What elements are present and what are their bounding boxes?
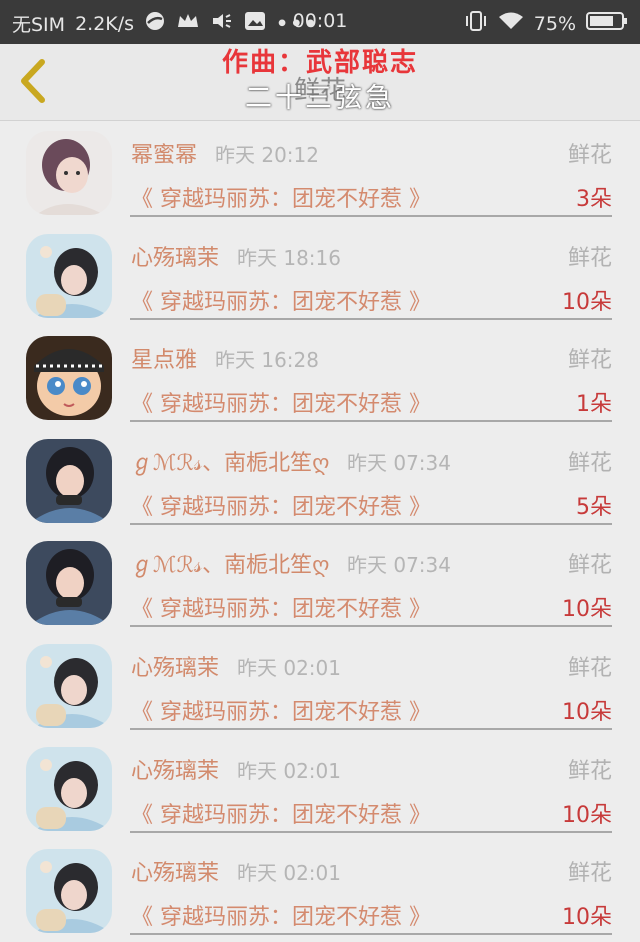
status-bar: 无SIM 2.2K/s ••• 00:01 75% [0,0,640,44]
gift-time: 昨天 18:16 [237,245,341,270]
gift-count: 10朵 [562,802,612,828]
divider [130,215,612,217]
avatar[interactable] [26,746,112,831]
sender-name[interactable]: 心殇璃茉 [131,753,219,785]
battery-percent: 75% [533,12,576,35]
gift-type: 鲜花 [567,655,612,681]
battery-icon [586,11,628,36]
lyric-overlay-credit: 作曲：武部聪志 [221,48,418,78]
gift-count: 10朵 [562,699,612,725]
flower-gift-list: 幂蜜幂 昨天 20:12 鲜花 《 穿越玛丽苏：团宠不好惹 》 3朵 心殇璃茉 … [0,121,640,942]
gift-time: 昨天 16:28 [215,348,319,373]
list-item[interactable]: 心殇璃茉 昨天 02:01 鲜花 《 穿越玛丽苏：团宠不好惹 》 10朵 [0,839,640,942]
divider [130,522,612,525]
book-title[interactable]: 《 穿越玛丽苏：团宠不好惹 》 [131,797,431,829]
list-item[interactable]: 心殇璃茉 昨天 18:16 鲜花 《 穿越玛丽苏：团宠不好惹 》 10朵 [0,224,640,327]
gift-type: 鲜花 [567,861,612,887]
avatar[interactable] [26,438,112,523]
gift-type: 鲜花 [567,758,612,784]
sender-name[interactable]: 星点雅 [131,342,197,374]
divider [130,625,612,628]
vibrate-icon [464,10,488,37]
avatar[interactable] [26,233,112,318]
gift-count: 10朵 [562,597,612,623]
list-item[interactable]: 幂蜜幂 昨天 20:12 鲜花 《 穿越玛丽苏：团宠不好惹 》 3朵 [0,121,640,224]
wifi-icon [498,11,524,36]
gift-type: 鲜花 [567,348,612,374]
gift-type: 鲜花 [567,450,612,476]
list-item[interactable]: 心殇璃茉 昨天 02:01 鲜花 《 穿越玛丽苏：团宠不好惹 》 10朵 [0,634,640,737]
book-title[interactable]: 《 穿越玛丽苏：团宠不好惹 》 [131,694,431,726]
divider [130,830,612,833]
gift-count: 5朵 [576,494,612,520]
sender-name[interactable]: 心殇璃茉 [131,650,219,682]
divider [130,317,612,320]
gift-time: 昨天 02:01 [237,861,341,886]
book-title[interactable]: 《 穿越玛丽苏：团宠不好惹 》 [131,899,431,931]
avatar[interactable] [26,643,112,728]
gift-type: 鲜花 [567,143,612,168]
avatar[interactable] [26,541,112,626]
gift-time: 昨天 07:34 [347,553,451,578]
book-title[interactable]: 《 穿越玛丽苏：团宠不好惹 》 [131,284,431,316]
gift-count: 1朵 [576,392,612,418]
gift-count: 3朵 [576,187,612,212]
top-bar: 鲜花 作曲：武部聪志 二十三弦急 [0,44,640,121]
divider [130,420,612,423]
avatar[interactable] [26,336,112,421]
divider [130,727,612,730]
sender-name[interactable]: 幂蜜幂 [131,137,197,169]
sender-name[interactable]: ℊℳℛ𝓈、南栀北笙ღ [131,547,329,579]
avatar[interactable] [26,849,112,934]
gift-time: 昨天 02:01 [237,758,341,783]
sender-name[interactable]: 心殇璃茉 [131,855,219,887]
book-title[interactable]: 《 穿越玛丽苏：团宠不好惹 》 [131,386,431,418]
list-item[interactable]: 星点雅 昨天 16:28 鲜花 《 穿越玛丽苏：团宠不好惹 》 1朵 [0,326,640,429]
divider [130,933,612,936]
sender-name[interactable]: ℊℳℛ𝓈、南栀北笙ღ [131,445,329,477]
list-item[interactable]: 心殇璃茉 昨天 02:01 鲜花 《 穿越玛丽苏：团宠不好惹 》 10朵 [0,737,640,840]
book-title[interactable]: 《 穿越玛丽苏：团宠不好惹 》 [131,591,431,623]
gift-time: 昨天 07:34 [347,450,451,475]
gift-time: 昨天 20:12 [215,143,319,167]
gift-type: 鲜花 [567,245,612,271]
gift-count: 10朵 [562,289,612,315]
list-item[interactable]: ℊℳℛ𝓈、南栀北笙ღ 昨天 07:34 鲜花 《 穿越玛丽苏：团宠不好惹 》 1… [0,531,640,634]
sender-name[interactable]: 心殇璃茉 [131,240,219,272]
avatar[interactable] [26,131,112,215]
lyric-overlay-line: 二十三弦急 [245,83,395,114]
status-right: 75% [464,10,628,37]
gift-count: 10朵 [562,905,612,931]
gift-type: 鲜花 [567,553,612,579]
gift-time: 昨天 02:01 [237,655,341,680]
book-title[interactable]: 《 穿越玛丽苏：团宠不好惹 》 [131,489,431,521]
book-title[interactable]: 《 穿越玛丽苏：团宠不好惹 》 [131,181,431,213]
list-item[interactable]: ℊℳℛ𝓈、南栀北笙ღ 昨天 07:34 鲜花 《 穿越玛丽苏：团宠不好惹 》 5… [0,429,640,532]
